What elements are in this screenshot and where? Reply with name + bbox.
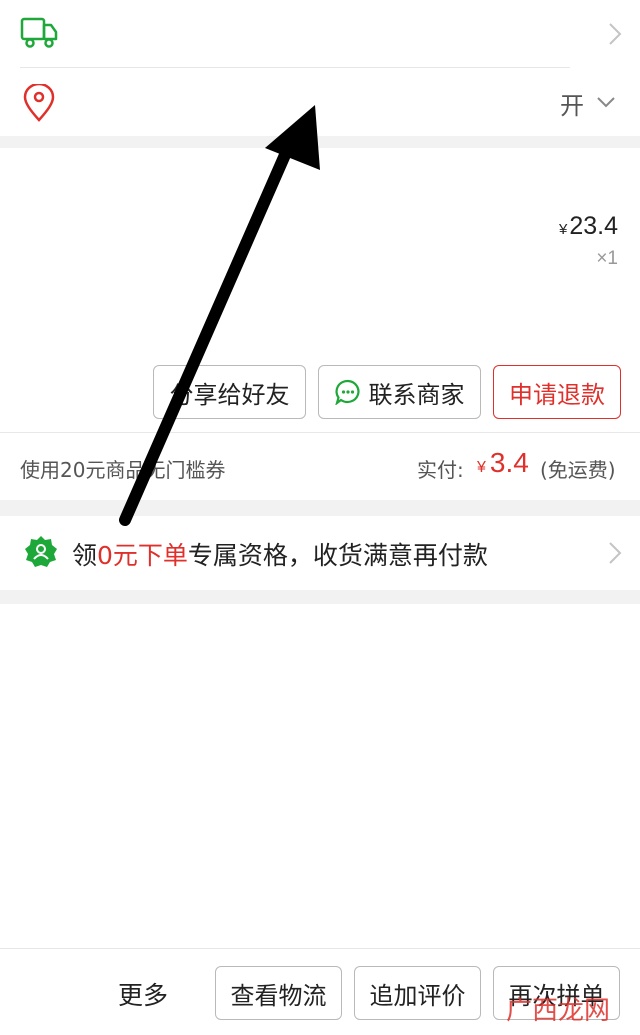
shipping-note: (免运费) — [540, 458, 616, 482]
paid-amount: ¥3.4 — [477, 447, 529, 478]
coupon-text: 使用20元商品无门槛券 — [20, 458, 226, 482]
more-button[interactable]: 更多 — [118, 976, 168, 1012]
product-price: ¥23.4 — [558, 212, 618, 240]
watermark: 广西龙网 — [506, 996, 611, 1026]
badge-check-icon — [25, 536, 57, 567]
address-expand-label[interactable]: 开 — [560, 86, 584, 121]
product-quantity: ×1 — [596, 248, 618, 269]
chevron-right-icon — [609, 23, 622, 45]
chevron-right-icon — [609, 542, 622, 564]
truck-icon — [20, 17, 58, 48]
location-pin-icon — [23, 84, 55, 122]
chat-icon — [334, 379, 360, 405]
section-gap — [0, 500, 640, 516]
view-logistics-button[interactable]: 查看物流 — [215, 966, 342, 1020]
promo-text[interactable]: 领0元下单专属资格，收货满意再付款 — [72, 536, 488, 572]
add-review-button[interactable]: 追加评价 — [354, 966, 481, 1020]
divider — [0, 432, 640, 433]
chevron-down-icon[interactable] — [596, 95, 616, 109]
address-row[interactable] — [0, 68, 640, 136]
section-gap — [0, 136, 640, 148]
order-detail-page: 开 ¥23.4 ×1 分享给好友 联系商家 申请退款 使用20元商品无门槛券 实… — [0, 0, 640, 1035]
paid-label: 实付: — [417, 458, 464, 482]
refund-button[interactable]: 申请退款 — [493, 365, 621, 419]
bottom-bar-divider — [0, 948, 640, 949]
contact-seller-button[interactable]: 联系商家 — [318, 365, 481, 419]
section-gap — [0, 590, 640, 604]
delivery-row[interactable] — [0, 0, 640, 68]
share-button[interactable]: 分享给好友 — [153, 365, 306, 419]
